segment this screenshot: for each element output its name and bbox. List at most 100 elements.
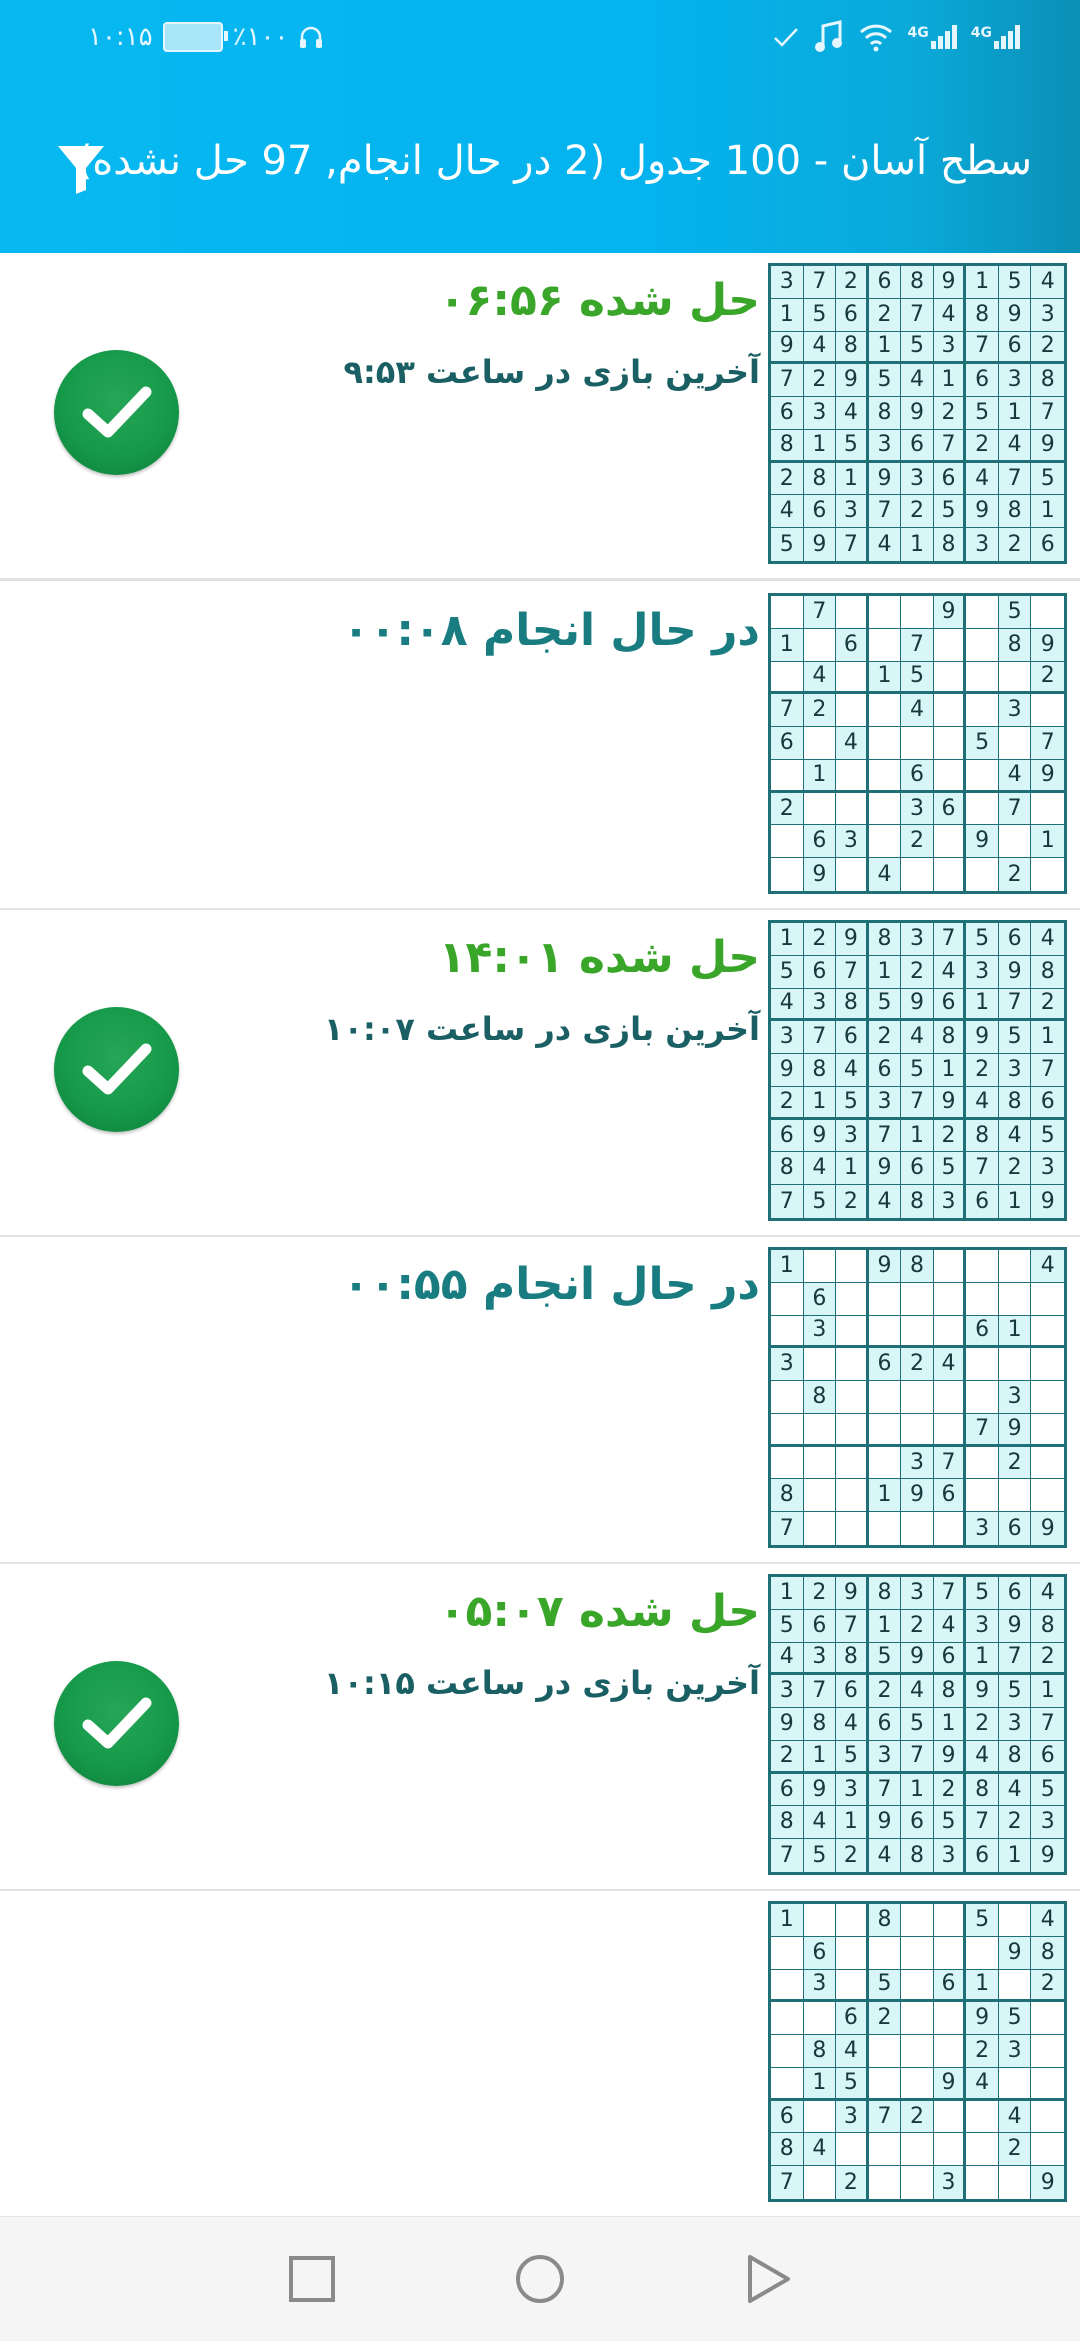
sudoku-cell: 4	[998, 1773, 1032, 1807]
sudoku-cell: 7	[868, 2100, 902, 2134]
sudoku-cell: 7	[868, 1773, 902, 1807]
sudoku-cell	[803, 727, 837, 760]
sudoku-cell	[803, 1250, 837, 1283]
sudoku-cell: 2	[771, 792, 804, 826]
sudoku-cell: 9	[933, 1740, 967, 1774]
sudoku-cell	[901, 1969, 934, 2003]
sudoku-cell	[901, 2067, 934, 2101]
sudoku-cell	[998, 1250, 1032, 1283]
sudoku-cell: 2	[901, 495, 934, 529]
sudoku-cell: 7	[771, 364, 804, 398]
sudoku-cell: 4	[1031, 923, 1064, 956]
sudoku-cell: 6	[771, 397, 804, 430]
sudoku-cell	[966, 2133, 999, 2167]
sudoku-cell: 4	[1031, 1250, 1064, 1283]
sudoku-cell: 4	[933, 298, 967, 332]
sudoku-cell: 7	[836, 955, 869, 989]
puzzle-row[interactable]: در حال انجام ۰۰:۰۸ 7 9 5 1 6 7 8 9 4 1 5 2 7 2 4 3 6 4 5 7 1 6…	[0, 583, 1080, 911]
sudoku-cell: 9	[836, 1577, 869, 1610]
sudoku-cell: 1	[966, 988, 999, 1022]
filter-icon[interactable]	[56, 142, 106, 196]
puzzle-status: حل شده ۰۵:۰۷	[438, 1586, 760, 1637]
sudoku-cell: 7	[966, 1152, 999, 1186]
sudoku-cell: 1	[901, 1773, 934, 1807]
sudoku-cell: 6	[771, 2100, 804, 2134]
sudoku-cell: 1	[803, 429, 837, 463]
sudoku-cell	[933, 628, 967, 662]
sudoku-cell: 8	[803, 1381, 837, 1414]
sudoku-cell	[998, 1348, 1032, 1382]
sudoku-cell: 7	[966, 1806, 999, 1840]
sudoku-cell	[836, 858, 869, 891]
sudoku-cell: 8	[933, 1675, 967, 1709]
sudoku-cell: 2	[771, 1740, 804, 1774]
sudoku-cell	[1031, 793, 1064, 826]
sudoku-cell: 5	[998, 266, 1032, 299]
sudoku-cell: 2	[803, 923, 837, 956]
sudoku-cell: 3	[771, 266, 804, 299]
sudoku-cell: 3	[771, 1021, 804, 1055]
sudoku-cell: 4	[933, 1609, 967, 1643]
sudoku-cell	[803, 2100, 837, 2134]
sudoku-cell: 9	[771, 331, 804, 365]
sudoku-cell	[803, 1348, 837, 1382]
sudoku-cell: 2	[901, 1348, 934, 1382]
puzzle-row[interactable]: حل شده ۱۴:۰۱ آخرین بازی در ساعت ۱۰:۰۷ 1 2 9 8…	[0, 910, 1080, 1238]
sudoku-cell: 1	[901, 1119, 934, 1153]
recent-apps-button[interactable]	[286, 2253, 338, 2305]
sudoku-cell: 8	[966, 1119, 999, 1153]
sudoku-cell: 1	[868, 331, 902, 365]
sudoku-cell	[803, 1904, 837, 1937]
sudoku-cell	[966, 628, 999, 662]
puzzle-status: در حال انجام ۰۰:۰۸	[342, 605, 760, 656]
sudoku-cell: 6	[836, 2002, 869, 2036]
sudoku-cell	[771, 1936, 804, 1970]
sudoku-cell: 4	[868, 1185, 902, 1218]
puzzle-row[interactable]: در حال انجام ۰۰:۵۵ 1 9 8 4 6 3 6 1 3 6 2 4 8 3 7 9 3 7 2 8 1 9…	[0, 1237, 1080, 1565]
puzzle-row[interactable]: 185469835612629584231594637248427239	[0, 1891, 1080, 2219]
sudoku-cell: 2	[1031, 1642, 1064, 1676]
sudoku-cell: 8	[998, 1740, 1032, 1774]
puzzle-row[interactable]: حل شده ۰۵:۰۷ آخرین بازی در ساعت ۱۰:۱۵ 1 2 9 8…	[0, 1564, 1080, 1892]
sudoku-cell: 3	[933, 1839, 967, 1872]
sudoku-cell	[771, 2002, 804, 2036]
puzzle-row[interactable]: حل شده ۰۶:۵۶ آخرین بازی در ساعت ۹:۵۳ 3 7 2 6 8…	[0, 253, 1080, 581]
sudoku-cell: 4	[803, 331, 837, 365]
sudoku-cell: 9	[1031, 1839, 1064, 1872]
home-button[interactable]	[514, 2253, 566, 2305]
sudoku-cell: 6	[803, 1936, 837, 1970]
sudoku-cell	[771, 661, 804, 695]
sudoku-cell: 7	[933, 1577, 967, 1610]
sudoku-cell: 2	[998, 1806, 1032, 1840]
sudoku-cell: 3	[836, 1119, 869, 1153]
sudoku-cell	[836, 1479, 869, 1513]
back-button[interactable]	[742, 2253, 794, 2305]
sudoku-cell: 5	[966, 727, 999, 760]
sudoku-cell: 4	[868, 1839, 902, 1872]
sudoku-cell: 7	[998, 792, 1032, 826]
sudoku-cell: 1	[803, 1740, 837, 1774]
sudoku-grid: 1298375645671243984385961723762489519846…	[768, 920, 1067, 1221]
sudoku-cell	[901, 1904, 934, 1937]
sudoku-cell: 3	[966, 1609, 999, 1643]
net-label-1: 4G	[907, 25, 929, 41]
sudoku-cell: 3	[1031, 1152, 1064, 1186]
sudoku-cell: 8	[771, 1806, 804, 1840]
sudoku-cell: 2	[836, 1185, 869, 1218]
last-played: آخرین بازی در ساعت ۱۰:۰۷	[323, 1010, 760, 1048]
sudoku-cell: 6	[836, 298, 869, 332]
sudoku-cell: 2	[933, 397, 967, 430]
sudoku-cell: 3	[771, 1348, 804, 1382]
sudoku-cell	[966, 694, 999, 728]
sudoku-cell: 9	[803, 528, 837, 561]
sudoku-cell: 9	[803, 1119, 837, 1153]
sudoku-cell: 9	[998, 298, 1032, 332]
sudoku-cell: 1	[771, 1250, 804, 1283]
sudoku-cell	[901, 2035, 934, 2068]
sudoku-cell: 8	[901, 266, 934, 299]
sudoku-cell	[998, 1904, 1032, 1937]
sudoku-cell: 9	[901, 1479, 934, 1513]
sudoku-cell: 9	[803, 858, 837, 891]
sudoku-cell: 2	[803, 694, 837, 728]
sudoku-cell: 3	[966, 955, 999, 989]
